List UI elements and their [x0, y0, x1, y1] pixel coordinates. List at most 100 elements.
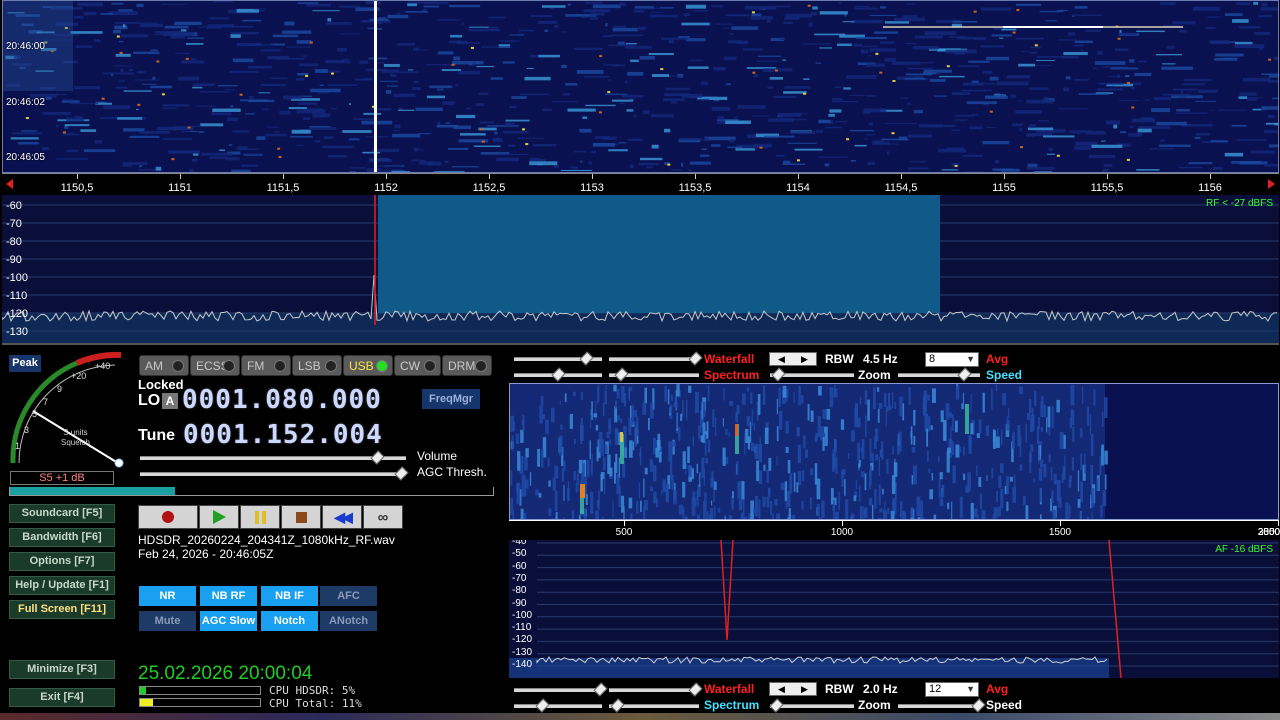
mode-button-lsb[interactable]: LSB	[292, 355, 342, 376]
freq-tick-label: 1155,5	[1090, 182, 1124, 194]
left-arrow-icon[interactable]: ◀	[770, 683, 793, 695]
slider-knob[interactable]	[688, 682, 703, 697]
freq-tick-mark	[386, 174, 387, 179]
slider-knob[interactable]	[535, 698, 550, 713]
rf-db-label: -120	[6, 308, 29, 320]
af-tick-label: 1000	[830, 527, 854, 538]
slider-knob[interactable]	[971, 698, 986, 713]
af-frequency-axis[interactable]: 500 1000 1500 2000 2500 3000 35	[509, 520, 1280, 540]
waterfall-time-2: 20:46:02	[6, 97, 45, 108]
record-icon	[162, 511, 174, 523]
nr-button[interactable]: NR	[139, 586, 196, 606]
notch-button[interactable]: Notch	[261, 611, 318, 631]
exit-button[interactable]: Exit [F4]	[9, 688, 115, 707]
af-spectrum-contrast-slider[interactable]	[514, 698, 602, 713]
cpu-hdsdr-bar	[139, 686, 261, 695]
agc-threshold-knob[interactable]	[394, 466, 409, 481]
rf-spectrum[interactable]: -60 -70 -80 -90 -100 -110 -120 -130 RF <…	[2, 195, 1279, 345]
agc-slow-button[interactable]: AGC Slow	[200, 611, 257, 631]
mute-button[interactable]: Mute	[139, 611, 196, 631]
volume-slider[interactable]	[140, 450, 406, 465]
rf-spectrum-brightness-slider[interactable]	[609, 367, 699, 382]
scroll-left-arrow-icon[interactable]	[6, 179, 13, 189]
bandwidth-button[interactable]: Bandwidth [F6]	[9, 528, 115, 547]
pause-button[interactable]	[240, 505, 280, 529]
slider-knob[interactable]	[957, 367, 972, 382]
right-arrow-icon[interactable]: ▶	[793, 683, 816, 695]
full-screen-button[interactable]: Full Screen [F11]	[9, 600, 115, 619]
minimize-button[interactable]: Minimize [F3]	[9, 660, 115, 679]
loop-button[interactable]: ∞	[363, 505, 403, 529]
rf-zoom-slider[interactable]	[770, 367, 854, 382]
freqmgr-button[interactable]: FreqMgr	[422, 389, 480, 409]
s-scale-label: 5	[32, 409, 38, 419]
peak-button[interactable]: Peak	[9, 355, 41, 372]
afc-button[interactable]: AFC	[320, 586, 377, 606]
rf-speed-slider[interactable]	[898, 367, 980, 382]
slider-knob[interactable]	[579, 351, 594, 366]
cpu-total-bar	[139, 698, 261, 707]
af-waterfall-brightness-slider[interactable]	[609, 682, 703, 697]
rf-waterfall-brightness-slider[interactable]	[609, 351, 703, 366]
rf-zoom-label: Zoom	[858, 368, 891, 382]
scroll-right-arrow-icon[interactable]	[1268, 179, 1275, 189]
agc-threshold-slider[interactable]	[140, 466, 409, 481]
slider-knob[interactable]	[551, 367, 566, 382]
options-button[interactable]: Options [F7]	[9, 552, 115, 571]
right-arrow-icon[interactable]: ▶	[793, 353, 816, 365]
record-button[interactable]	[138, 505, 198, 529]
mode-button-cw[interactable]: CW	[394, 355, 441, 376]
af-db-label: -120	[512, 634, 533, 646]
slider-knob[interactable]	[769, 698, 784, 713]
slider-knob[interactable]	[610, 698, 625, 713]
soundcard-button[interactable]: Soundcard [F5]	[9, 504, 115, 523]
slider-knob[interactable]	[688, 351, 703, 366]
af-tick-label: 35	[1263, 527, 1275, 538]
mode-led-icon	[172, 360, 184, 372]
rf-rbw-value: 4.5 Hz	[863, 352, 898, 366]
af-waterfall[interactable]	[509, 383, 1279, 520]
mode-button-fm[interactable]: FM	[241, 355, 291, 376]
af-nav-arrows[interactable]: ◀ ▶	[769, 682, 817, 696]
anotch-button[interactable]: ANotch	[320, 611, 377, 631]
slider-knob[interactable]	[771, 367, 786, 382]
mode-button-am[interactable]: AM	[139, 355, 189, 376]
rewind-button[interactable]: ◀◀	[322, 505, 362, 529]
nb-if-button[interactable]: NB IF	[261, 586, 318, 606]
af-db-label: -90	[512, 597, 527, 609]
mode-button-drm[interactable]: DRM	[442, 355, 492, 376]
volume-slider-knob[interactable]	[370, 450, 385, 465]
af-tick-mark	[624, 521, 625, 526]
mode-button-usb[interactable]: USB	[343, 355, 393, 376]
af-spectrum-brightness-slider[interactable]	[609, 698, 699, 713]
rewind-icon: ◀◀	[334, 508, 352, 525]
af-spectrum[interactable]: -40 -50 -60 -70 -80 -90 -100 -110 -120 -130 -140 A…	[509, 540, 1279, 678]
slider-knob[interactable]	[614, 367, 629, 382]
rf-waterfall-contrast-slider[interactable]	[514, 351, 602, 366]
stop-button[interactable]	[281, 505, 321, 529]
rf-nav-arrows[interactable]: ◀ ▶	[769, 352, 817, 366]
left-arrow-icon[interactable]: ◀	[770, 353, 793, 365]
rf-waterfall[interactable]: 20:46:00 20:46:02 20:46:05	[2, 0, 1279, 173]
rf-frequency-axis[interactable]: 1150,5 1151 1151,5 1152 1152,5 1153 1153,5 1154…	[2, 173, 1279, 195]
help-update-button[interactable]: Help / Update [F1]	[9, 576, 115, 595]
freq-tick-label: 1156	[1198, 182, 1222, 194]
s-scale-label: 7	[43, 397, 49, 407]
rf-db-label: -60	[6, 200, 22, 212]
mode-button-ecss[interactable]: ECSS	[190, 355, 240, 376]
lo-a-button[interactable]: A	[162, 393, 178, 409]
af-zoom-slider[interactable]	[769, 698, 854, 713]
lo-frequency-display[interactable]: 0001.080.000	[182, 385, 382, 415]
af-waterfall-contrast-slider[interactable]	[514, 682, 608, 697]
freq-tick-mark	[798, 174, 799, 179]
af-spectrum-canvas	[509, 540, 1279, 678]
slider-knob[interactable]	[593, 682, 608, 697]
af-avg-select[interactable]: 12 ▼	[925, 682, 979, 697]
rf-avg-select[interactable]: 8 ▼	[925, 352, 979, 367]
rf-spectrum-contrast-slider[interactable]	[514, 367, 602, 382]
tune-frequency-display[interactable]: 0001.152.004	[183, 420, 383, 450]
play-button[interactable]	[199, 505, 239, 529]
nb-rf-button[interactable]: NB RF	[200, 586, 257, 606]
af-speed-slider[interactable]	[898, 698, 986, 713]
rf-db-label: -130	[6, 326, 29, 338]
